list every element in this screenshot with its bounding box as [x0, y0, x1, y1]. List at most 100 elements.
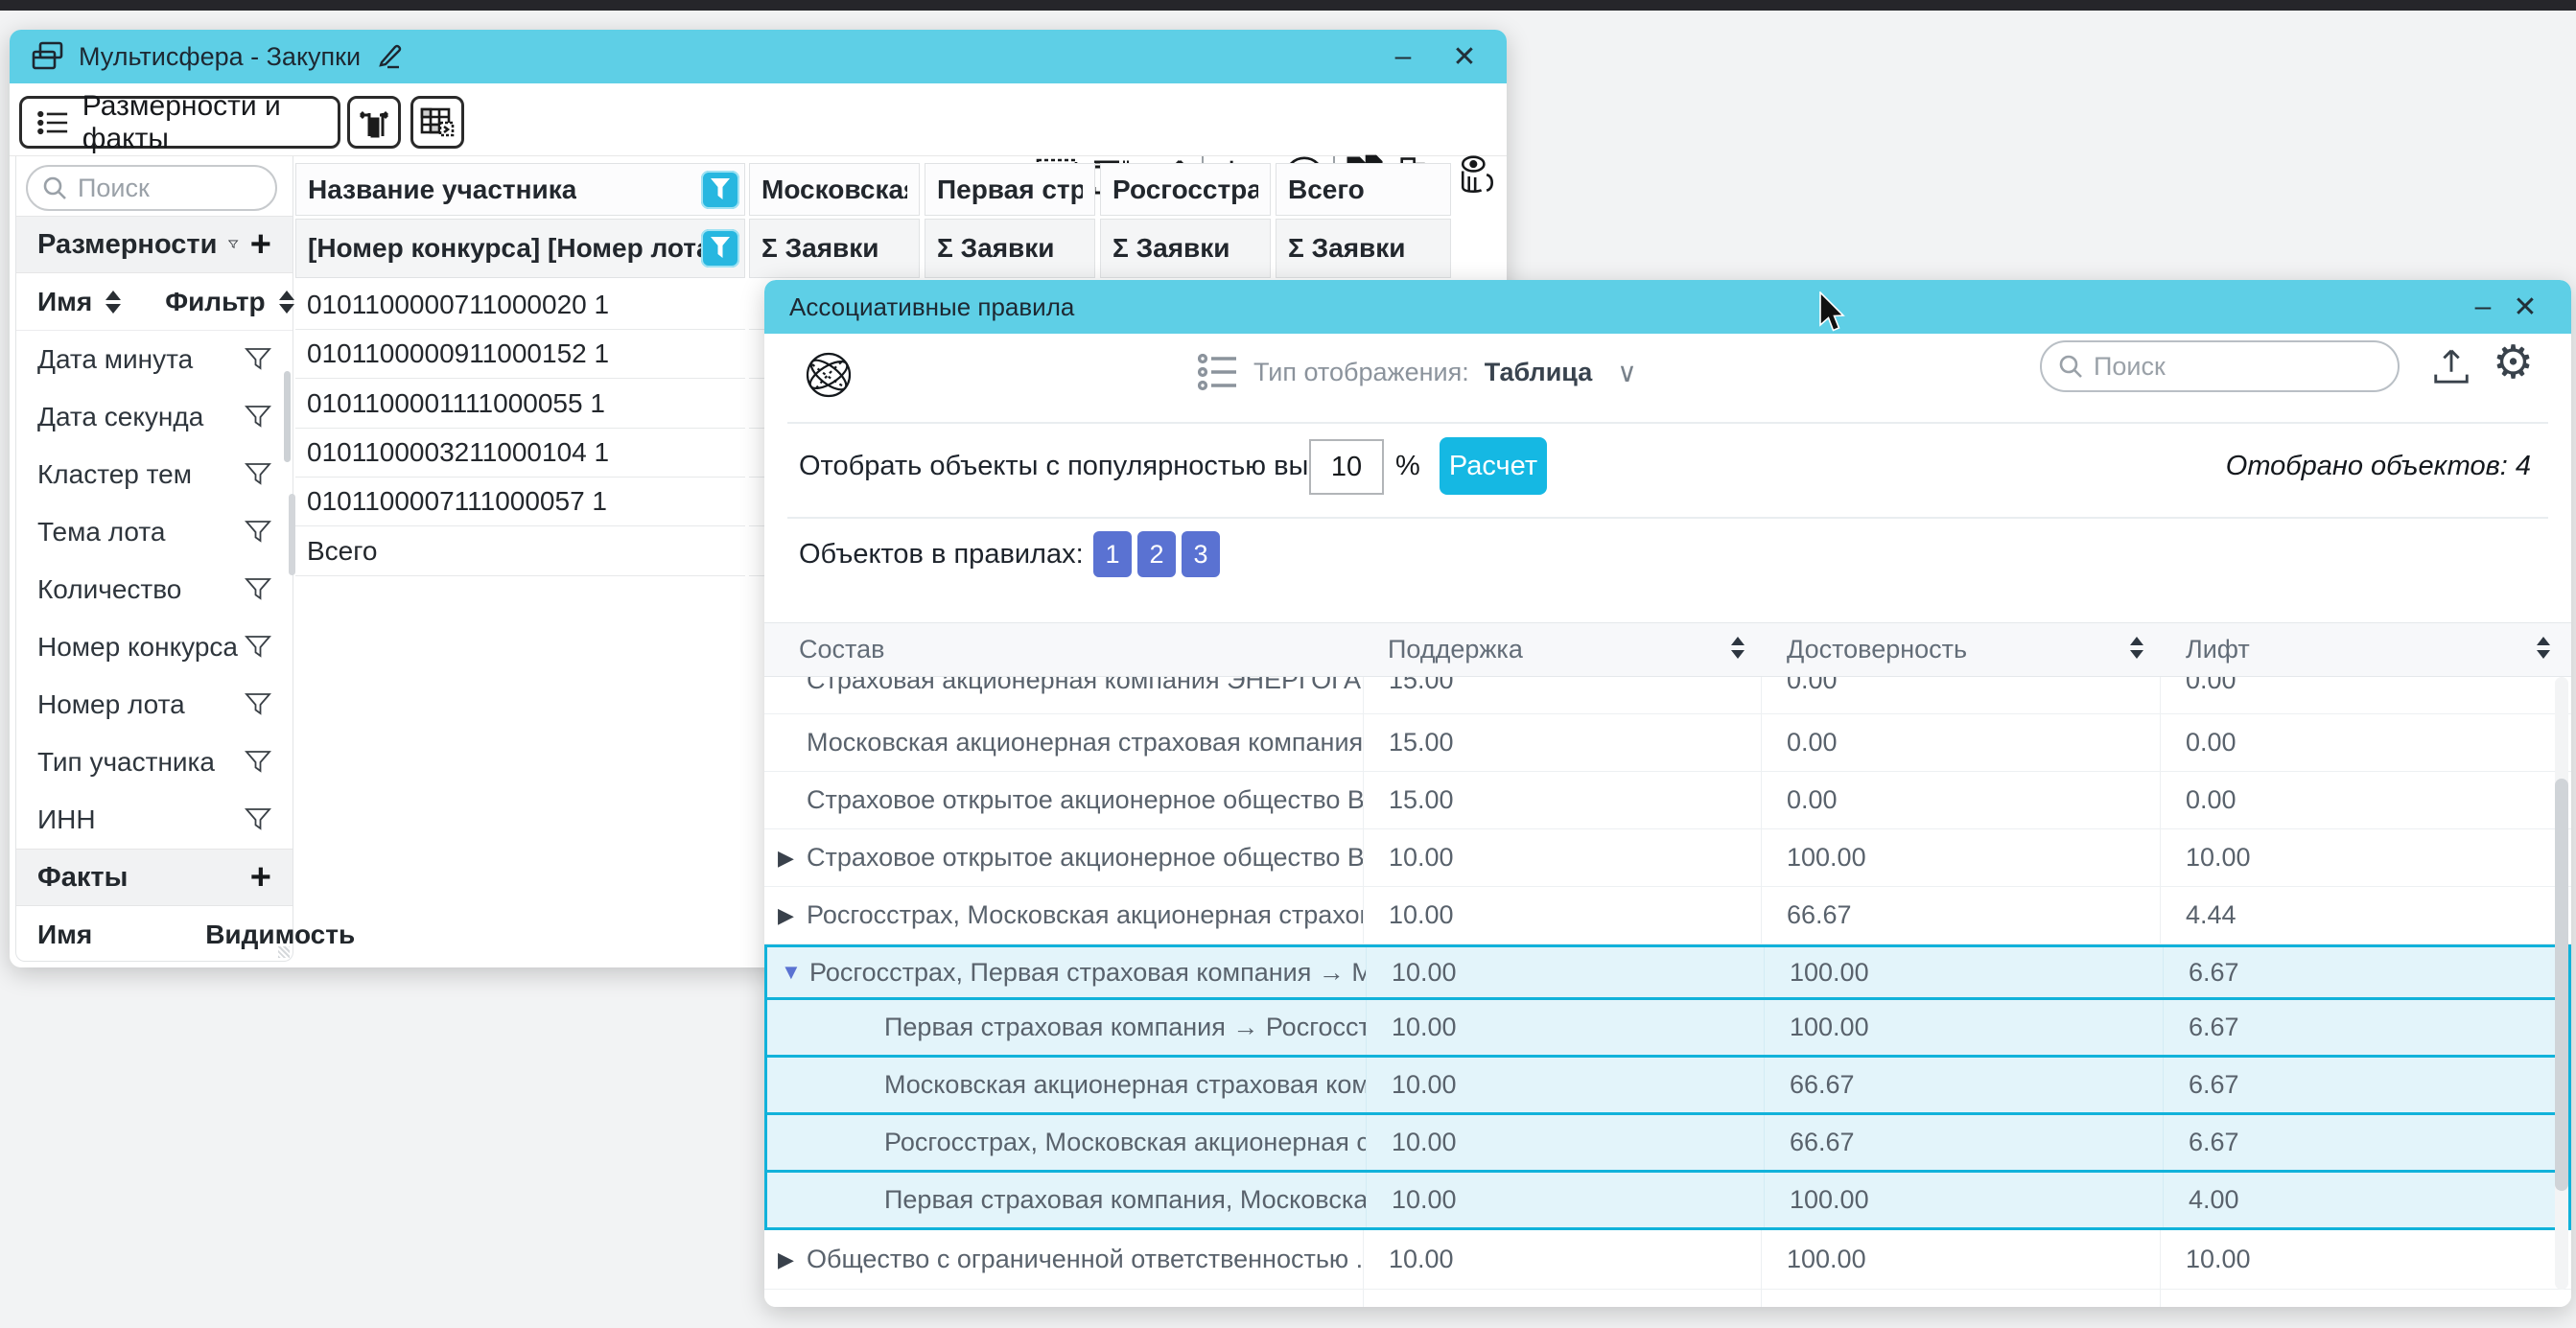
- popularity-label: Отобрать объекты с популярностью выше: [799, 451, 1347, 482]
- pivot-row-header[interactable]: 0101100001111000055 1: [295, 379, 745, 429]
- pivot-measure-header[interactable]: Σ Заявки: [925, 219, 1095, 278]
- sort-icon[interactable]: [2130, 637, 2143, 659]
- dialog-close-button[interactable]: ✕: [2504, 291, 2546, 324]
- rule-row[interactable]: Страховое открытое акционерное общество …: [764, 772, 2571, 829]
- add-fact-icon[interactable]: +: [250, 859, 271, 896]
- minimize-button[interactable]: –: [1382, 40, 1424, 73]
- sort-icon[interactable]: [2537, 637, 2550, 659]
- dialog-export-icon[interactable]: [2430, 341, 2472, 389]
- sidebar-item[interactable]: Тип участника: [16, 734, 293, 791]
- rule-row[interactable]: ▶Общество с ограниченной ответственность…: [764, 1230, 2571, 1290]
- rule-child-row[interactable]: Первая страховая компания → Росгосстра..…: [764, 1000, 2571, 1058]
- sidebar-search-input[interactable]: [78, 174, 241, 203]
- objects-in-rules-label: Объектов в правилах:: [799, 539, 1084, 571]
- column-header-support[interactable]: Поддержка: [1388, 623, 1523, 676]
- divider: [787, 517, 2548, 519]
- rules-table-scrollbar-thumb[interactable]: [2555, 779, 2568, 1191]
- sidebar-item[interactable]: Количество: [16, 561, 293, 618]
- facts-columns-row: Имя Видимость: [16, 906, 293, 964]
- app-cascade-icon: [31, 39, 65, 74]
- popularity-input[interactable]: [1309, 439, 1384, 495]
- watch-data-icon[interactable]: [1454, 151, 1500, 202]
- main-toolbar: Размерности и факты: [10, 83, 1507, 156]
- pivot-column-header[interactable]: Московская ак: [749, 163, 920, 216]
- rule-size-button-3[interactable]: 3: [1182, 531, 1220, 577]
- pivot-scrollbar[interactable]: [289, 494, 295, 575]
- column-header-lift[interactable]: Лифт: [2186, 623, 2250, 676]
- sidebar-item[interactable]: Номер конкурса: [16, 618, 293, 676]
- collapse-icon[interactable]: ▼: [781, 960, 802, 985]
- pivot-column-header[interactable]: Росгосстрах: [1100, 163, 1271, 216]
- pivot-row-field-1[interactable]: Название участника: [295, 163, 745, 216]
- pivot-measure-header[interactable]: Σ Заявки: [1100, 219, 1271, 278]
- column-header-confidence[interactable]: Достоверность: [1787, 623, 1967, 676]
- percent-sign: %: [1395, 451, 1420, 482]
- sidebar-item[interactable]: Номер лота: [16, 676, 293, 734]
- dialog-search[interactable]: [2040, 340, 2400, 392]
- facts-section-header[interactable]: Факты +: [16, 849, 293, 906]
- sort-filter-icon[interactable]: [279, 291, 294, 314]
- sidebar-item[interactable]: ИНН: [16, 791, 293, 849]
- pivot-column-header[interactable]: Всего: [1276, 163, 1451, 216]
- sidebar-item[interactable]: Дата секунда: [16, 388, 293, 446]
- filter-icon: [245, 750, 271, 775]
- pivot-measure-header[interactable]: Σ Заявки: [1276, 219, 1451, 278]
- main-window-title: Мультисфера - Закупки: [79, 42, 361, 72]
- rule-child-row[interactable]: Первая страховая компания, Московская ..…: [764, 1173, 2571, 1230]
- table-layout-button[interactable]: [410, 96, 464, 149]
- close-button[interactable]: ✕: [1443, 40, 1486, 74]
- sidebar-item[interactable]: Дата минута: [16, 331, 293, 388]
- filter-icon: [710, 236, 731, 261]
- rule-row[interactable]: ▶Страховое открытое акционерное общество…: [764, 829, 2571, 887]
- rule-child-row[interactable]: Росгосстрах, Московская акционерная стр.…: [764, 1115, 2571, 1173]
- calculate-button[interactable]: Расчет: [1440, 437, 1547, 495]
- add-dimension-icon[interactable]: +: [250, 226, 271, 263]
- column-width-button[interactable]: [347, 96, 401, 149]
- empty-row: [764, 1290, 2571, 1307]
- dimensions-section-header[interactable]: Размерности +: [16, 216, 293, 273]
- sidebar-search[interactable]: [26, 165, 277, 211]
- expand-icon[interactable]: ▶: [778, 1247, 794, 1272]
- pivot-row-header[interactable]: 0101100003211000104 1: [295, 429, 745, 478]
- pivot-measure-header[interactable]: Σ Заявки: [749, 219, 920, 278]
- sort-icon[interactable]: [1731, 637, 1745, 659]
- dialog-settings-icon[interactable]: ⚙: [2493, 334, 2534, 393]
- edit-title-icon[interactable]: [374, 41, 405, 72]
- dimensions-facts-button[interactable]: Размерности и факты: [19, 96, 340, 149]
- expand-icon[interactable]: ▶: [778, 846, 794, 871]
- filter-icon: [245, 635, 271, 660]
- rule-child-row[interactable]: Московская акционерная страховая комп...…: [764, 1058, 2571, 1115]
- sidebar-item[interactable]: Кластер тем: [16, 446, 293, 503]
- sidebar-resize-corner: [278, 946, 290, 958]
- sort-name-icon[interactable]: [105, 291, 121, 314]
- rule-row[interactable]: ▶Росгосстрах, Московская акционерная стр…: [764, 887, 2571, 944]
- pivot-column-header[interactable]: Первая страхо: [925, 163, 1095, 216]
- dimensions-columns-row: Имя Фильтр: [16, 273, 293, 331]
- search-icon: [41, 175, 68, 201]
- dialog-titlebar[interactable]: Ассоциативные правила – ✕: [764, 280, 2571, 334]
- pivot-filter-button[interactable]: [701, 229, 739, 268]
- display-type-select[interactable]: Тип отображения: Таблица ∨: [1198, 351, 1637, 393]
- dialog-minimize-button[interactable]: –: [2462, 291, 2504, 323]
- rule-size-button-2[interactable]: 2: [1137, 531, 1176, 577]
- rule-size-button-1[interactable]: 1: [1093, 531, 1132, 577]
- main-titlebar[interactable]: Мультисфера - Закупки – ✕: [10, 30, 1507, 83]
- filter-icon: [228, 232, 238, 257]
- pivot-filter-button[interactable]: [701, 171, 739, 209]
- column-header-sostav[interactable]: Состав: [799, 623, 884, 676]
- rule-row[interactable]: Московская акционерная страховая компани…: [764, 714, 2571, 772]
- dialog-search-input[interactable]: [2094, 352, 2333, 382]
- pivot-row-field-2[interactable]: [Номер конкурса] [Номер лота]: [295, 219, 745, 278]
- pivot-row-header[interactable]: 0101100007111000057 1: [295, 478, 745, 526]
- sidebar-item[interactable]: Тема лота: [16, 503, 293, 561]
- expand-icon[interactable]: ▶: [778, 903, 794, 928]
- pivot-total-row-header[interactable]: Всего: [295, 526, 745, 576]
- rule-row-selected[interactable]: ▼Росгосстрах, Первая страховая компания …: [764, 944, 2571, 1000]
- pivot-row-header[interactable]: 0101100000711000020 1: [295, 281, 745, 330]
- filter-icon: [245, 692, 271, 717]
- pivot-row-header[interactable]: 0101100000911000152 1: [295, 330, 745, 379]
- filter-icon: [245, 347, 271, 372]
- dialog-toolbar: Тип отображения: Таблица ∨ ⚙: [764, 334, 2571, 422]
- rule-row[interactable]: Страховая акционерная компания ЭНЕРГОГАР…: [764, 677, 2571, 714]
- sidebar-scrollbar[interactable]: [284, 371, 291, 462]
